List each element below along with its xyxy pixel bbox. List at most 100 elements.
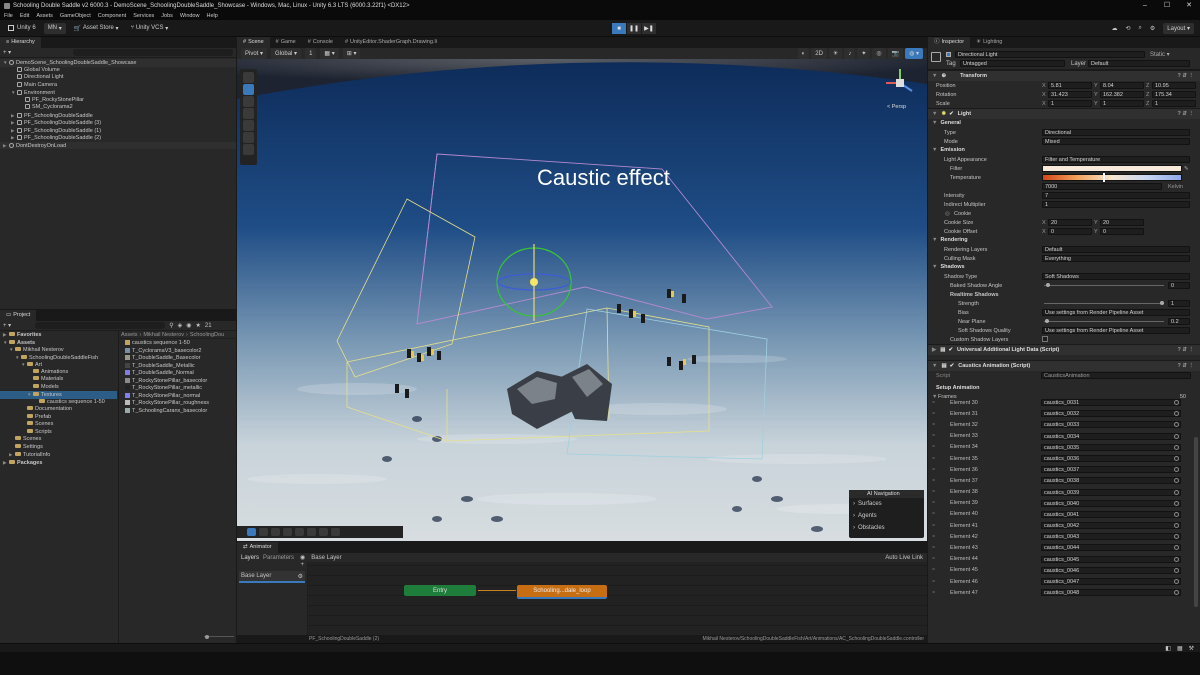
drag-handle-icon[interactable]: = bbox=[932, 444, 935, 450]
element-texture-field[interactable]: caustics_0045 bbox=[1041, 555, 1181, 563]
element-texture-field[interactable]: caustics_0044 bbox=[1041, 544, 1181, 552]
entry-node[interactable]: Entry bbox=[404, 585, 476, 596]
drag-handle-icon[interactable]: = bbox=[932, 433, 935, 439]
rotation-z-field[interactable]: 175.34 bbox=[1152, 91, 1196, 98]
breadcrumb-item[interactable]: Mikhail Nesterov bbox=[143, 332, 184, 338]
tab-lighting[interactable]: ☀ Lighting bbox=[970, 37, 1008, 48]
scale-tool-icon[interactable] bbox=[243, 108, 254, 119]
object-picker-icon[interactable] bbox=[1174, 444, 1179, 450]
element-texture-field[interactable]: caustics_0035 bbox=[1041, 443, 1181, 451]
menu-item[interactable]: File bbox=[4, 13, 13, 19]
active-checkbox[interactable] bbox=[946, 52, 951, 57]
section-header[interactable]: ▼ Emission bbox=[928, 146, 1200, 155]
position-x-field[interactable]: 5.81 bbox=[1048, 82, 1092, 89]
hand-tool-icon[interactable] bbox=[243, 72, 254, 83]
project-folder[interactable]: Scripts bbox=[0, 428, 117, 437]
project-folder[interactable]: ▼ SchoolingDoubleSaddleFish bbox=[0, 354, 117, 362]
hierarchy-item[interactable]: Main Camera bbox=[0, 81, 236, 90]
play-button[interactable]: ■ bbox=[612, 23, 626, 34]
layout-dropdown[interactable]: Layout ▾ bbox=[1163, 23, 1194, 34]
hierarchy-item[interactable]: ▶ PF_SchoolingDoubleSaddle (2) bbox=[0, 134, 236, 142]
progress-icon[interactable]: ◧ bbox=[1165, 645, 1171, 652]
element-texture-field[interactable]: caustics_0038 bbox=[1041, 477, 1181, 485]
project-folder[interactable]: ▼ Assets bbox=[0, 339, 117, 347]
element-texture-field[interactable]: caustics_0048 bbox=[1041, 589, 1181, 597]
slider-handle[interactable] bbox=[1159, 301, 1164, 305]
search-icon[interactable]: ⌕ bbox=[1139, 25, 1142, 32]
menu-item[interactable]: Help bbox=[206, 13, 217, 19]
element-texture-field[interactable]: caustics_0037 bbox=[1041, 466, 1181, 474]
rotation-y-field[interactable]: 162.382 bbox=[1100, 91, 1144, 98]
move-tool-icon[interactable] bbox=[243, 84, 254, 95]
temperature-handle[interactable] bbox=[1103, 173, 1105, 182]
drag-handle-icon[interactable]: = bbox=[932, 579, 935, 585]
project-folder[interactable]: Models bbox=[0, 383, 117, 392]
element-texture-field[interactable]: caustics_0032 bbox=[1041, 410, 1181, 418]
project-folder[interactable]: Settings bbox=[0, 443, 117, 452]
tab-unityeditors[interactable]: # UnityEditor.ShaderGraph.Drawing.Ii bbox=[339, 37, 443, 48]
drag-handle-icon[interactable]: = bbox=[932, 411, 935, 417]
grid-toggle[interactable]: ▦ ▾ bbox=[320, 48, 339, 59]
scale-y-field[interactable]: 1 bbox=[1100, 100, 1144, 107]
project-folder[interactable]: ▶ Favorites bbox=[0, 331, 117, 339]
drag-handle-icon[interactable]: = bbox=[932, 467, 935, 473]
mode-dropdown[interactable]: Mixed bbox=[1042, 138, 1190, 145]
object-picker-icon[interactable] bbox=[1174, 433, 1179, 439]
slider-track[interactable] bbox=[1044, 285, 1164, 286]
hidden-objects-toggle[interactable]: ◎ bbox=[872, 48, 886, 59]
object-picker-icon[interactable] bbox=[1174, 489, 1179, 495]
menu-item[interactable]: Edit bbox=[20, 13, 29, 19]
breadcrumb-item[interactable]: SchoolingDou bbox=[190, 332, 224, 338]
light-menu-icon[interactable]: ? ⇵ ⋮ bbox=[1177, 111, 1194, 117]
add-asset-icon[interactable]: + ▾ bbox=[3, 322, 11, 329]
debug-icon[interactable]: ⚒ bbox=[1189, 645, 1194, 652]
layer-breadcrumb[interactable]: Base Layer bbox=[311, 555, 341, 561]
settings-icon[interactable]: ⚙ bbox=[1150, 25, 1155, 32]
hierarchy-item[interactable]: Global Volume bbox=[0, 66, 236, 75]
menu-item[interactable]: Assets bbox=[36, 13, 53, 19]
project-folder[interactable]: Materials bbox=[0, 376, 117, 384]
asset-item[interactable]: T_SchoolingCaranx_basecolor bbox=[125, 407, 236, 416]
2d-toggle[interactable]: 2D bbox=[811, 48, 827, 59]
star-icon[interactable]: ★ bbox=[195, 322, 200, 329]
menu-item[interactable]: Window bbox=[180, 13, 200, 19]
hierarchy-item[interactable]: ▼ Environment bbox=[0, 89, 236, 97]
project-folder[interactable]: Documentation bbox=[0, 406, 117, 414]
light-header[interactable]: ▼ ✹ ✔ Light ? ⇵ ⋮ bbox=[928, 108, 1200, 119]
project-folder[interactable]: Animations bbox=[0, 368, 117, 377]
indirect-multiplier-field[interactable]: 1 bbox=[1042, 201, 1190, 208]
transform-header[interactable]: ▼ ⊕ Transform ? ⇵ ⋮ bbox=[928, 70, 1200, 81]
rect-tool-icon[interactable] bbox=[243, 120, 254, 131]
overlay-icon-3[interactable] bbox=[271, 528, 280, 536]
tab-scene[interactable]: # Scene bbox=[237, 37, 270, 48]
object-picker-icon[interactable] bbox=[1174, 400, 1179, 405]
element-texture-field[interactable]: caustics_0042 bbox=[1041, 522, 1181, 530]
filter-color-swatch[interactable] bbox=[1042, 165, 1182, 172]
overlay-icon-5[interactable] bbox=[295, 528, 304, 536]
gizmos-toggle[interactable]: ◍ ▾ bbox=[905, 48, 923, 59]
asset-item[interactable]: T_RockyStonePillar_basecolor bbox=[125, 377, 236, 386]
drag-handle-icon[interactable]: = bbox=[932, 556, 935, 562]
drag-handle-icon[interactable]: = bbox=[932, 500, 935, 506]
intensity-field[interactable]: 7 bbox=[1042, 192, 1190, 199]
rotate-tool-icon[interactable] bbox=[243, 96, 254, 107]
project-folder[interactable]: ▶ TutorialInfo bbox=[0, 451, 117, 459]
slider-value-field[interactable]: 0.2 bbox=[1168, 318, 1190, 325]
section-header[interactable]: ▼ Rendering bbox=[928, 236, 1200, 245]
asset-item[interactable]: T_CycloramaV3_basecolor2 bbox=[125, 347, 236, 356]
static-toggle[interactable]: Static ▾ bbox=[1150, 51, 1170, 58]
project-folder[interactable]: Scenes bbox=[0, 436, 117, 444]
shadow-type-dropdown[interactable]: Soft Shadows bbox=[1042, 273, 1190, 280]
perspective-label[interactable]: < Persp bbox=[887, 104, 906, 110]
animator-tab-layers[interactable]: Layers bbox=[241, 555, 259, 561]
cloud-icon[interactable]: ☁ bbox=[1112, 25, 1118, 32]
element-texture-field[interactable]: caustics_0031 bbox=[1041, 399, 1181, 406]
hierarchy-item[interactable]: SM_Cyclorama2 bbox=[0, 104, 236, 112]
element-texture-field[interactable]: caustics_0036 bbox=[1041, 454, 1181, 462]
transition-arrow[interactable] bbox=[478, 590, 516, 591]
element-texture-field[interactable]: caustics_0041 bbox=[1041, 510, 1181, 518]
asset-item[interactable]: T_RockyStonePillar_normal bbox=[125, 392, 236, 401]
slider-handle[interactable] bbox=[1046, 283, 1051, 287]
transform-tool-icon[interactable] bbox=[243, 132, 254, 143]
hierarchy-item[interactable]: PF_RockyStonePillar bbox=[0, 96, 236, 105]
